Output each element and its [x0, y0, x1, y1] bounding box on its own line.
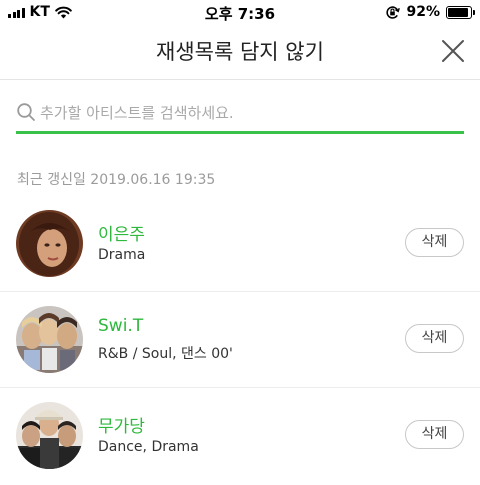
close-icon[interactable] [440, 38, 466, 64]
list-item: 무가당 Dance, Drama 삭제 [0, 388, 480, 484]
artist-search-bar [16, 96, 464, 134]
list-item: Swi.T R&B / Soul, 댄스 00' 삭제 [0, 292, 480, 388]
artist-name: Swi.T [98, 316, 144, 336]
artist-list: 이은주 Drama 삭제 Swi.T R&B / Soul, 댄스 00' 삭제 [0, 196, 480, 484]
artist-genre: R&B / Soul, 댄스 00' [98, 346, 233, 362]
artist-genre: Dance, Drama [98, 439, 199, 455]
battery-percent: 92% [406, 4, 440, 20]
delete-button[interactable]: 삭제 [405, 228, 464, 257]
artist-avatar [16, 402, 83, 469]
orientation-lock-icon [386, 5, 401, 19]
artist-genre: Drama [98, 247, 146, 263]
artist-avatar [16, 306, 83, 373]
header: 재생목록 담지 않기 [0, 26, 480, 80]
page-title: 재생목록 담지 않기 [156, 40, 324, 64]
artist-name: 무가당 [98, 417, 145, 437]
status-bar: KT 오후 7:36 92% [0, 0, 480, 26]
search-input[interactable] [40, 96, 460, 130]
last-updated-text: 최근 갱신일 2019.06.16 19:35 [17, 172, 216, 188]
search-icon [17, 103, 35, 121]
list-item: 이은주 Drama 삭제 [0, 196, 480, 292]
status-bar-right: 92% [385, 4, 475, 20]
delete-button[interactable]: 삭제 [405, 420, 464, 449]
artist-avatar [16, 210, 83, 277]
battery-icon [446, 5, 475, 19]
artist-name: 이은주 [98, 225, 145, 245]
battery-level [448, 7, 469, 17]
delete-button[interactable]: 삭제 [405, 324, 464, 353]
